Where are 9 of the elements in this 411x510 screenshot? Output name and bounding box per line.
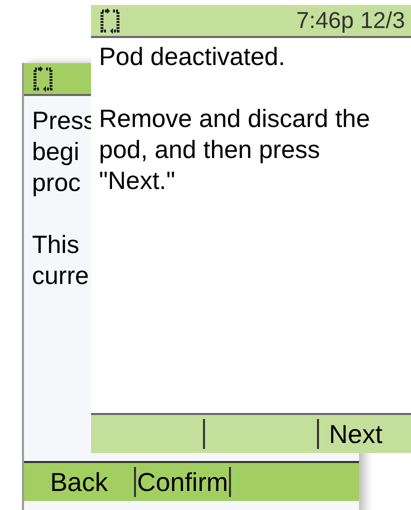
bracket-arrows-icon [32, 66, 54, 92]
softkey-button[interactable]: Back [50, 466, 108, 498]
bracket-arrows-icon [99, 8, 121, 34]
message-text: Remove and discard the pod, and then press "Next." [99, 104, 371, 197]
clock-text: 7:46p 12/3 [296, 7, 405, 34]
message-text: Pod deactivated. [99, 42, 286, 73]
message-text: This curre [32, 230, 89, 292]
softkey-button[interactable]: Confirm [137, 466, 228, 498]
softkey-button[interactable]: Next [329, 418, 382, 450]
